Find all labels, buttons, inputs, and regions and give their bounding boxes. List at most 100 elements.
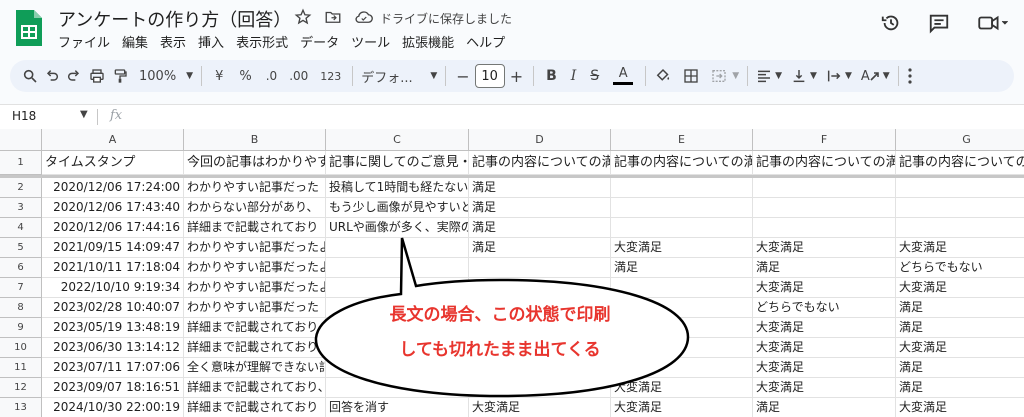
chevron-down-icon[interactable]: ▼: [80, 109, 88, 120]
menu-format[interactable]: 表示形式: [236, 32, 288, 51]
undo-button[interactable]: [44, 64, 60, 88]
column-header-d[interactable]: D: [469, 129, 611, 151]
cell[interactable]: 満足: [896, 358, 1024, 378]
cell[interactable]: 大変満足: [896, 338, 1024, 358]
cell[interactable]: わかりやすい記事だったように思う: [184, 238, 326, 258]
cell[interactable]: [896, 218, 1024, 238]
history-icon[interactable]: [880, 12, 902, 34]
row-header-7[interactable]: 7: [0, 278, 42, 298]
column-header-e[interactable]: E: [611, 129, 753, 151]
cell[interactable]: 満足: [896, 298, 1024, 318]
cell[interactable]: 満足: [753, 258, 896, 278]
sheets-logo-icon[interactable]: [14, 8, 44, 48]
menu-insert[interactable]: 挿入: [198, 32, 224, 51]
cell[interactable]: 大変満足: [896, 278, 1024, 298]
row-header-10[interactable]: 10: [0, 338, 42, 358]
menu-extensions[interactable]: 拡張機能: [402, 32, 454, 51]
cell[interactable]: わからない部分があり、: [184, 198, 326, 218]
cell[interactable]: どちらでもない: [896, 258, 1024, 278]
row-header-9[interactable]: 9: [0, 318, 42, 338]
cell[interactable]: わかりやすい記事だった: [184, 178, 326, 198]
increase-decimal-button[interactable]: .00: [289, 64, 308, 88]
cell[interactable]: 大変満足: [753, 318, 896, 338]
cell[interactable]: 大変満足: [896, 398, 1024, 417]
cell[interactable]: 満足: [611, 258, 753, 278]
font-size-decrease-button[interactable]: −: [456, 64, 469, 88]
cell[interactable]: 2020/12/06 17:43:40: [42, 198, 184, 218]
cell[interactable]: 投稿して1時間も経たないうちに: [326, 178, 469, 198]
cell[interactable]: もう少し画像が見やすいと: [326, 198, 469, 218]
cell[interactable]: [611, 218, 753, 238]
cell[interactable]: 大変満足: [753, 378, 896, 398]
cell[interactable]: [469, 358, 611, 378]
cell[interactable]: 大変満足: [753, 238, 896, 258]
text-wrap-button[interactable]: ▼: [826, 64, 852, 88]
paint-format-button[interactable]: [112, 64, 128, 88]
cell[interactable]: 満足: [469, 198, 611, 218]
cell[interactable]: [469, 378, 611, 398]
cell[interactable]: 2021/10/11 17:18:04: [42, 258, 184, 278]
menu-edit[interactable]: 編集: [122, 32, 148, 51]
cell[interactable]: 2023/06/30 13:14:12: [42, 338, 184, 358]
cell[interactable]: 大変満足: [753, 358, 896, 378]
select-all-corner[interactable]: [0, 129, 42, 151]
font-select[interactable]: デフォ... ▼: [361, 64, 437, 88]
cell[interactable]: [326, 378, 469, 398]
cell[interactable]: 詳細まで記載されており、完璧に理解: [184, 378, 326, 398]
number-format-button[interactable]: 123: [320, 64, 341, 88]
cell[interactable]: [611, 358, 753, 378]
cloud-saved-icon[interactable]: [354, 8, 374, 26]
text-color-button[interactable]: A: [613, 64, 634, 88]
header-cell-e[interactable]: 記事の内容についての満足度: [611, 151, 753, 175]
cell[interactable]: URLや画像が多く、実際の: [326, 218, 469, 238]
cell[interactable]: 2023/09/07 18:16:51: [42, 378, 184, 398]
cell[interactable]: 2023/07/11 17:07:06: [42, 358, 184, 378]
menu-view[interactable]: 表示: [160, 32, 186, 51]
cell[interactable]: 大変満足: [611, 398, 753, 417]
cell[interactable]: 詳細まで記載されており: [184, 338, 326, 358]
cell[interactable]: 回答を消す: [326, 398, 469, 417]
header-cell-d[interactable]: 記事の内容についての満足度: [469, 151, 611, 175]
borders-button[interactable]: [683, 64, 699, 88]
text-rotation-button[interactable]: A ▼: [861, 64, 890, 88]
cell[interactable]: [326, 358, 469, 378]
comment-icon[interactable]: [928, 12, 950, 34]
horizontal-align-button[interactable]: ▼: [756, 64, 782, 88]
cell[interactable]: 2020/12/06 17:44:16: [42, 218, 184, 238]
cell[interactable]: 大変満足: [753, 278, 896, 298]
cell[interactable]: 詳細まで記載されており: [184, 398, 326, 417]
vertical-align-button[interactable]: ▼: [791, 64, 817, 88]
bold-button[interactable]: B: [546, 64, 557, 88]
percent-format-button[interactable]: %: [239, 64, 251, 88]
cell[interactable]: 満足: [469, 218, 611, 238]
column-header-b[interactable]: B: [184, 129, 326, 151]
italic-button[interactable]: I: [571, 64, 577, 88]
decrease-decimal-button[interactable]: .0: [266, 64, 277, 88]
column-header-a[interactable]: A: [42, 129, 184, 151]
cell[interactable]: [753, 218, 896, 238]
document-title[interactable]: アンケートの作り方（回答）: [58, 6, 291, 32]
menu-file[interactable]: ファイル: [58, 32, 110, 51]
cell[interactable]: わかりやすい記事だったように思う: [184, 278, 326, 298]
cell[interactable]: [326, 278, 469, 298]
row-header-1[interactable]: 1: [0, 151, 42, 175]
cell[interactable]: わかりやすい記事だったように思う: [184, 258, 326, 278]
row-header-3[interactable]: 3: [0, 198, 42, 218]
font-size-input[interactable]: 10: [474, 64, 505, 88]
cell[interactable]: [326, 258, 469, 278]
header-cell-c[interactable]: 記事に関してのご意見・ご感想: [326, 151, 469, 175]
cell[interactable]: 詳細まで記載されており: [184, 318, 326, 338]
row-header-11[interactable]: 11: [0, 358, 42, 378]
cell[interactable]: 2023/05/19 13:48:19: [42, 318, 184, 338]
column-header-g[interactable]: G: [896, 129, 1024, 151]
cell[interactable]: どちらでもない: [753, 298, 896, 318]
cell[interactable]: 大変満足: [611, 238, 753, 258]
cell[interactable]: [753, 198, 896, 218]
video-call-icon[interactable]: [976, 12, 1010, 34]
header-cell-a[interactable]: タイムスタンプ: [42, 151, 184, 175]
move-folder-icon[interactable]: [324, 8, 342, 26]
strikethrough-button[interactable]: S: [590, 64, 599, 88]
name-box[interactable]: H18: [12, 109, 36, 123]
header-cell-b[interactable]: 今回の記事はわかりやすかったですか？: [184, 151, 326, 175]
zoom-select[interactable]: 100% ▼: [139, 64, 193, 88]
